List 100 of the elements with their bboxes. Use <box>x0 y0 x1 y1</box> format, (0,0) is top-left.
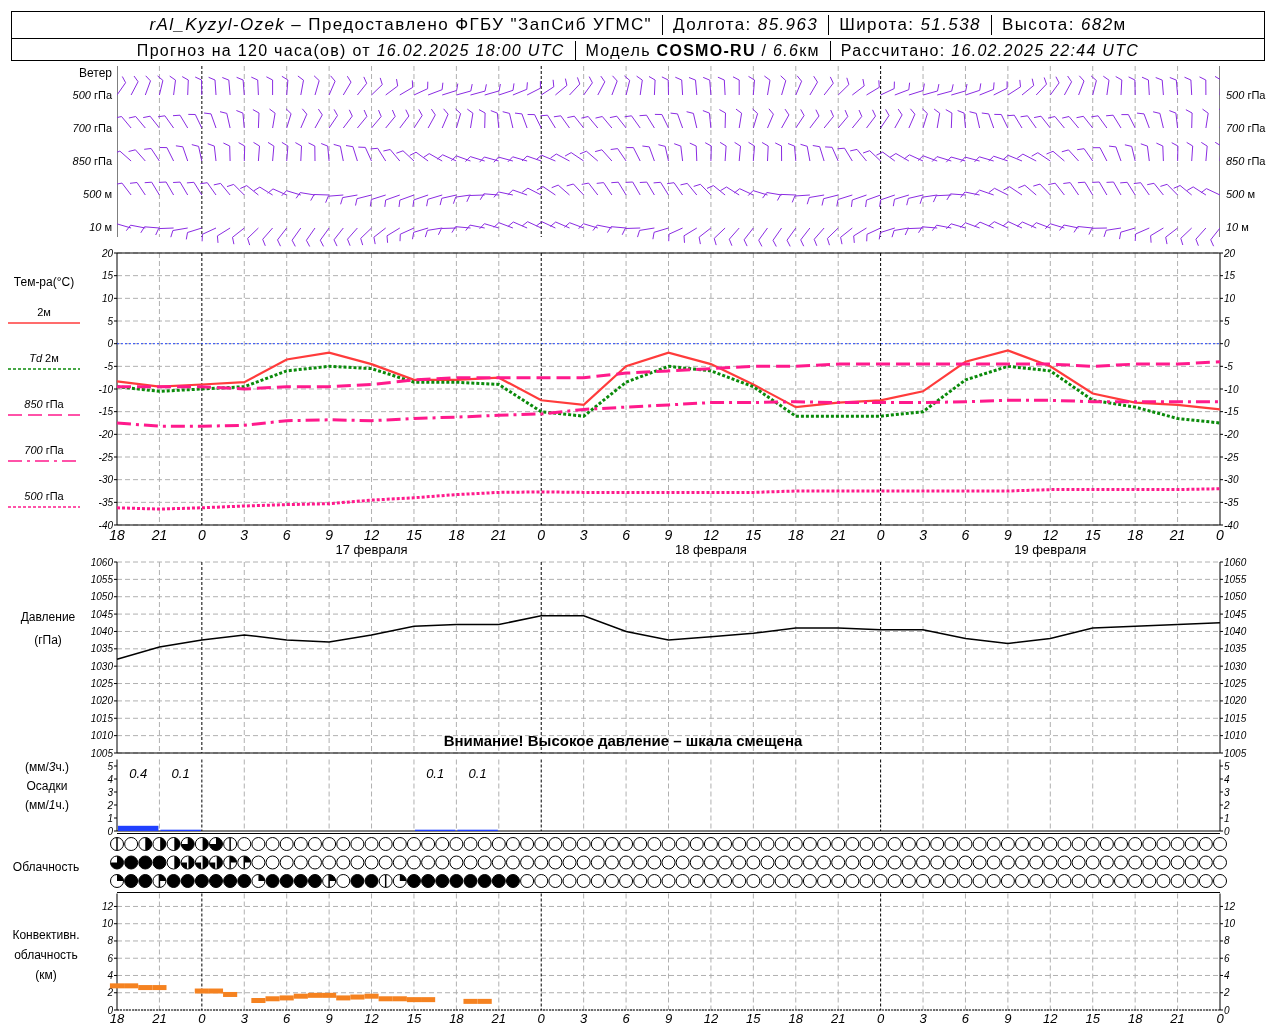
axis-tick-label: 18 <box>1127 527 1143 543</box>
axis-tick-label: 3 <box>919 527 927 543</box>
axis-tick-label: 1 <box>1224 812 1230 824</box>
warning-text: Внимание! Высокое давление – шкала смещена <box>443 732 803 749</box>
precipitation-amount: 0.1 <box>468 766 487 781</box>
axis-tick-label: 1020 <box>90 695 113 707</box>
axis-tick-label: 1040 <box>90 625 113 637</box>
axis-tick-label: 1035 <box>90 643 113 655</box>
axis-tick-label: 12 <box>1043 1011 1058 1024</box>
axis-tick-label: 1055 <box>1224 573 1247 585</box>
axis-tick-label: 6 <box>107 952 113 964</box>
level-label: 700 гПа <box>72 121 112 137</box>
axis-tick-label: 0 <box>107 1004 113 1016</box>
axis-tick-label: 1025 <box>90 678 113 690</box>
axis-tick-label: 4 <box>1224 773 1230 785</box>
axis-tick-label: 0 <box>198 1011 206 1024</box>
axis-tick-label: -35 <box>1224 496 1239 508</box>
axis-tick-label: 1060 <box>1224 556 1247 568</box>
axis-tick-label: 1035 <box>1224 643 1247 655</box>
axis-tick-label: 3 <box>107 786 113 798</box>
station-info-text: Высота: 682м <box>1001 14 1127 36</box>
axis-tick-label: 21 <box>491 527 507 543</box>
axis-tick-label: 4 <box>107 773 113 785</box>
axis-tick-label: 6 <box>961 1011 970 1024</box>
axis-tick-label: 1050 <box>1224 591 1247 603</box>
axis-tick-label: 15 <box>406 527 422 543</box>
axis-tick-label: -10 <box>1224 383 1239 395</box>
level-label: 500 гПа <box>1226 88 1266 104</box>
axis-tick-label: -10 <box>98 383 113 395</box>
axis-tick-label: 5 <box>1224 315 1230 327</box>
axis-tick-label: 21 <box>151 527 168 543</box>
axis-tick-label: 1040 <box>1224 625 1247 637</box>
axis-tick-label: 20 <box>101 247 113 259</box>
axis-tick-label: 1020 <box>1224 695 1247 707</box>
axis-tick-label: 21 <box>491 1011 507 1024</box>
pressure-label: Давление <box>20 609 76 625</box>
axis-tick-label: 8 <box>107 935 113 947</box>
axis-tick-label: 0 <box>1216 1011 1224 1024</box>
axis-tick-label: 0 <box>877 1011 885 1024</box>
convective-label: Конвективн. <box>12 927 80 943</box>
axis-tick-label: 12 <box>703 527 719 543</box>
axis-tick-label: 6 <box>961 527 970 543</box>
forecast-info-text: Рассчитано: 16.02.2025 22:44 UTC <box>840 40 1140 61</box>
axis-tick-label: 0 <box>1224 1004 1230 1016</box>
axis-tick-label: 9 <box>325 527 333 543</box>
convective-label: (км) <box>35 967 57 983</box>
axis-tick-label: 9 <box>1004 527 1012 543</box>
axis-tick-label: 3 <box>579 527 588 543</box>
axis-tick-label: 21 <box>152 1011 167 1024</box>
axis-tick-label: -15 <box>98 406 113 418</box>
axis-tick-label: 12 <box>363 527 380 543</box>
axis-tick-label: -35 <box>98 496 113 508</box>
axis-tick-label: 1015 <box>90 712 113 724</box>
axis-tick-label: -20 <box>1224 428 1239 440</box>
legend-label: 700 гПа <box>24 443 64 457</box>
axis-tick-label: 0 <box>107 825 113 837</box>
level-label: 850 гПа <box>72 154 112 170</box>
axis-tick-label: 3 <box>1224 786 1230 798</box>
axis-tick-label: 1005 <box>1224 747 1247 759</box>
level-label: 850 гПа <box>1226 154 1266 170</box>
axis-tick-label: 5 <box>107 760 113 772</box>
axis-tick-label: -40 <box>1224 519 1239 531</box>
station-info-text: Долгота: 85.963 <box>673 14 819 36</box>
axis-tick-label: 2 <box>107 799 113 811</box>
axis-tick-label: -15 <box>1224 406 1239 418</box>
precipitation-label: (мм/3ч.) <box>24 759 70 775</box>
axis-tick-label: 2 <box>1224 799 1230 811</box>
axis-tick-label: 1045 <box>1224 608 1247 620</box>
axis-tick-label: 4 <box>107 970 113 981</box>
level-label: 500 гПа <box>72 88 112 104</box>
axis-tick-label: 12 <box>703 1011 719 1024</box>
axis-tick-label: 3 <box>240 527 249 543</box>
axis-tick-label: 21 <box>1170 1011 1185 1024</box>
axis-tick-label: -40 <box>98 519 113 531</box>
axis-tick-label: 10 <box>1224 918 1236 930</box>
axis-tick-label: 10 <box>101 918 113 930</box>
level-label: 10 м <box>89 220 112 236</box>
axis-tick-label: 21 <box>830 527 846 543</box>
precipitation-label: (мм/1ч.) <box>24 797 70 813</box>
axis-tick-label: 5 <box>107 315 113 327</box>
cloudiness-label: Облачность <box>12 859 80 875</box>
date-label: 17 февраля <box>335 542 408 557</box>
axis-tick-label: 21 <box>1169 527 1186 543</box>
axis-tick-label: 0 <box>537 1011 545 1024</box>
axis-tick-label: 0 <box>1224 338 1230 350</box>
axis-tick-label: 8 <box>1224 935 1230 947</box>
axis-tick-label: -25 <box>1224 451 1239 463</box>
axis-tick-label: 1050 <box>90 591 113 603</box>
axis-tick-label: 1030 <box>1224 660 1247 672</box>
axis-tick-label: 2 <box>1224 987 1230 999</box>
axis-tick-label: 6 <box>622 527 630 543</box>
legend-label: 2м <box>37 305 51 319</box>
axis-tick-label: 12 <box>364 1011 379 1024</box>
legend-label: 500 гПа <box>24 489 64 503</box>
axis-tick-label: 20 <box>1224 247 1236 259</box>
axis-tick-label: 15 <box>746 1011 761 1024</box>
axis-tick-label: 15 <box>406 1011 422 1024</box>
axis-tick-label: 6 <box>1224 952 1230 964</box>
axis-tick-label: -25 <box>98 451 113 463</box>
axis-tick-label: 4 <box>1224 970 1230 981</box>
